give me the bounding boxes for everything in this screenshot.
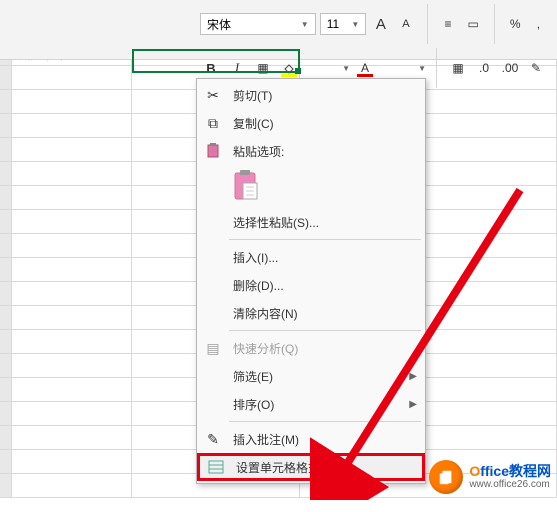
menu-insert[interactable]: 插入(I)... — [197, 243, 425, 271]
align-button[interactable]: ≡ — [437, 13, 458, 35]
menu-format-cells[interactable]: 设置单元格格式(F)... — [197, 453, 425, 481]
menu-sort[interactable]: 排序(O) ▶ — [197, 390, 425, 418]
submenu-arrow-icon: ▶ — [409, 371, 417, 382]
menu-filter[interactable]: 筛选(E) ▶ — [197, 362, 425, 390]
merge-button[interactable]: ▦ — [447, 57, 469, 79]
menu-quick-analysis: ▤ 快速分析(Q) — [197, 334, 425, 362]
watermark-url: www.office26.com — [469, 479, 551, 490]
menu-cut[interactable]: ✂ 剪切(T) — [197, 81, 425, 109]
menu-insert-comment[interactable]: ✎ 插入批注(M) — [197, 425, 425, 453]
increase-decimal-button[interactable]: .00 — [499, 57, 521, 79]
menu-separator — [229, 330, 421, 331]
chevron-down-icon[interactable]: ▼ — [418, 64, 426, 73]
increase-font-button[interactable]: A — [370, 13, 391, 35]
submenu-arrow-icon: ▶ — [409, 399, 417, 410]
menu-clear-contents[interactable]: 清除内容(N) — [197, 299, 425, 327]
menu-delete[interactable]: 删除(D)... — [197, 271, 425, 299]
menu-separator — [229, 239, 421, 240]
format-cells-icon — [204, 460, 228, 474]
copy-icon: ⧉ — [201, 115, 225, 132]
chevron-down-icon[interactable]: ▼ — [342, 64, 350, 73]
comma-button[interactable]: , — [530, 13, 547, 35]
wrap-text-button[interactable]: ▭ — [463, 13, 484, 35]
menu-paste-special[interactable]: 选择性粘贴(S)... — [197, 208, 425, 236]
scissors-icon: ✂ — [201, 87, 225, 104]
format-painter-button[interactable]: ✎ — [525, 57, 547, 79]
menu-copy[interactable]: ⧉ 复制(C) — [197, 109, 425, 137]
chevron-down-icon: ▼ — [351, 20, 359, 29]
font-name-value: 宋体 — [207, 16, 231, 33]
context-menu: ✂ 剪切(T) ⧉ 复制(C) 粘贴选项: 选择性粘贴(S)... 插入(I).… — [196, 78, 426, 484]
paste-option-button[interactable] — [233, 169, 425, 204]
separator — [436, 48, 437, 88]
font-color-button[interactable]: A — [354, 57, 376, 79]
percent-button[interactable]: % — [505, 13, 526, 35]
quick-analysis-icon: ▤ — [201, 340, 225, 357]
font-name-dropdown[interactable]: 宋体 ▼ — [200, 13, 316, 35]
comment-icon: ✎ — [201, 431, 225, 448]
clipboard-icon — [201, 143, 225, 159]
separator — [494, 4, 495, 44]
decrease-font-button[interactable]: A — [395, 13, 416, 35]
active-cell-selection[interactable] — [132, 49, 300, 73]
menu-paste-options-header: 粘贴选项: — [197, 137, 425, 165]
decrease-decimal-button[interactable]: .0 — [473, 57, 495, 79]
menu-separator — [229, 421, 421, 422]
watermark: Office教程网 www.office26.com — [429, 460, 551, 494]
watermark-logo-icon — [429, 460, 463, 494]
font-size-value: 11 — [327, 17, 339, 31]
watermark-brand: Office教程网 — [469, 464, 551, 479]
separator — [427, 4, 428, 44]
font-size-dropdown[interactable]: 11 ▼ — [320, 13, 367, 35]
chevron-down-icon: ▼ — [301, 20, 309, 29]
